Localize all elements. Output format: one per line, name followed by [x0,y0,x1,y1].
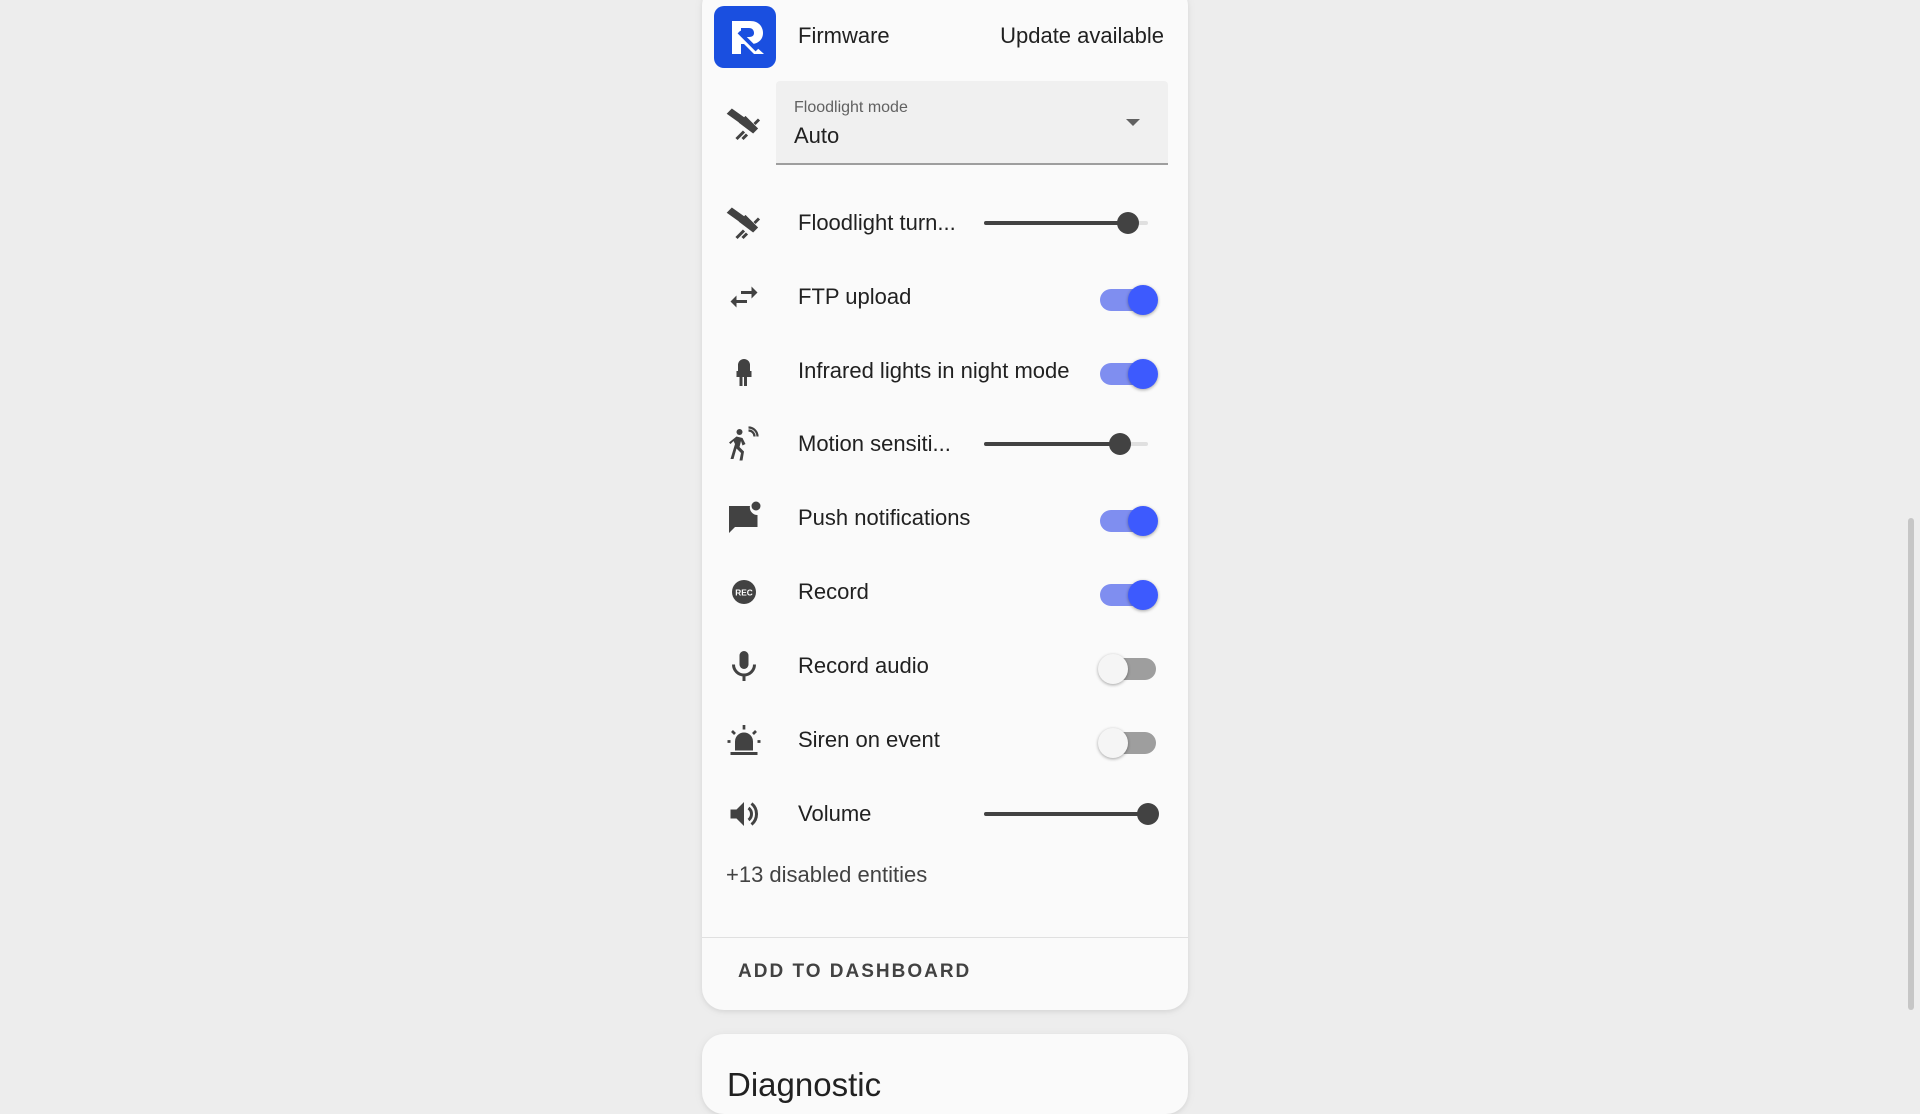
spotlight-icon [726,205,762,241]
infrared-label: Infrared lights in night mode [798,358,1070,383]
push-notifications-row: Push notifications [702,488,1188,548]
device-controls-card: Firmware Update available Floodlight mod… [702,0,1188,1010]
floodlight-turn-label: Floodlight turn... [798,210,956,235]
siren-toggle[interactable] [1098,728,1156,758]
slider-knob[interactable] [1109,433,1132,455]
motion-slider[interactable] [984,433,1148,455]
record-audio-toggle[interactable] [1098,654,1156,684]
reolink-logo-icon [714,6,776,68]
volume-high-icon [726,796,762,832]
slider-fill [984,442,1121,446]
motion-sensor-icon [726,426,762,462]
toggle-thumb [1128,580,1158,610]
toggle-thumb [1098,728,1128,758]
siren-row: Siren on event [702,710,1188,770]
floodlight-turn-row: Floodlight turn... [702,193,1188,253]
microphone-icon [726,648,762,684]
toggle-thumb [1128,359,1158,389]
message-badge-icon [726,500,762,536]
disabled-entities-link[interactable]: +13 disabled entities [726,862,927,888]
svg-text:REC: REC [735,589,752,598]
infrared-toggle[interactable] [1100,359,1158,389]
floodlight-turn-slider[interactable] [984,212,1148,234]
record-toggle[interactable] [1100,580,1158,610]
rec-icon: REC [726,574,762,610]
firmware-row[interactable]: Firmware Update available [702,6,1188,68]
push-notifications-label: Push notifications [798,505,971,530]
siren-label: Siren on event [798,727,940,752]
record-label: Record [798,579,869,604]
toggle-thumb [1128,285,1158,315]
diagnostic-card: Diagnostic [702,1034,1188,1114]
page-scrollbar[interactable] [1908,518,1914,1010]
push-notifications-toggle[interactable] [1100,506,1158,536]
spotlight-icon [726,106,762,142]
alarm-light-icon [726,722,762,758]
firmware-label: Firmware [798,23,890,48]
toggle-thumb [1128,506,1158,536]
add-to-dashboard-button[interactable]: ADD TO DASHBOARD [738,946,971,998]
led-icon [726,353,762,389]
record-audio-label: Record audio [798,653,929,678]
motion-row: Motion sensiti... [702,414,1188,474]
chevron-down-icon [1126,119,1140,126]
floodlight-mode-select[interactable]: Floodlight mode Auto [776,81,1168,165]
toggle-thumb [1098,654,1128,684]
firmware-status: Update available [1000,23,1164,48]
slider-fill [984,812,1148,816]
slider-fill [984,221,1129,225]
divider [702,937,1188,938]
volume-row: Volume [702,784,1188,844]
ftp-upload-label: FTP upload [798,284,912,309]
diagnostic-card-title: Diagnostic [727,1066,882,1103]
ftp-upload-toggle[interactable] [1100,285,1158,315]
floodlight-mode-value: Auto [794,123,840,148]
volume-label: Volume [798,801,872,826]
volume-slider[interactable] [984,803,1159,825]
floodlight-mode-label: Floodlight mode [794,99,908,116]
motion-label: Motion sensiti... [798,431,951,456]
swap-arrows-icon [726,279,762,315]
infrared-row: Infrared lights in night mode [702,341,1188,401]
slider-knob[interactable] [1137,803,1159,825]
record-audio-row: Record audio [702,636,1188,696]
slider-knob[interactable] [1117,212,1140,234]
record-row: REC Record [702,562,1188,622]
ftp-upload-row: FTP upload [702,267,1188,327]
